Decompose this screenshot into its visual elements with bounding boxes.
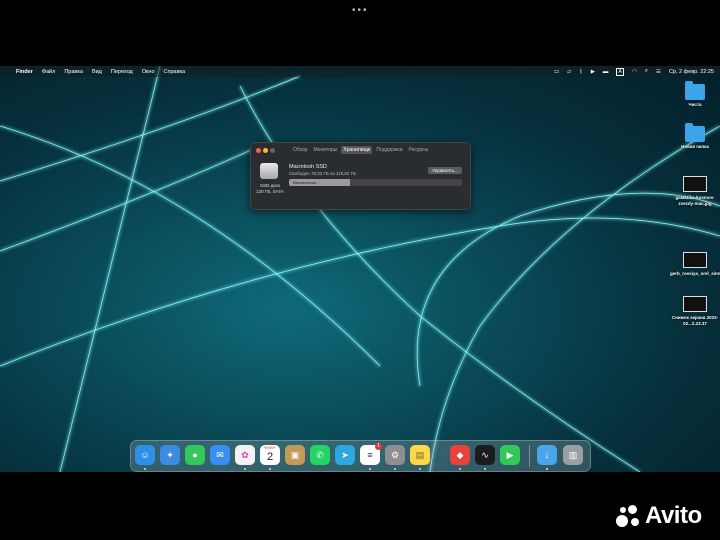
notification-badge: 1	[375, 443, 382, 450]
desktop-image-gerb[interactable]: gerb_rossiya_orel_simvoli...s720.jpg	[670, 252, 720, 277]
desktop-item-label: Новая папка	[681, 144, 709, 149]
menu-help[interactable]: Справка	[164, 69, 186, 75]
dock-facetime-icon[interactable]: ▶	[500, 445, 520, 465]
minimize-button[interactable]	[263, 148, 268, 153]
dock-whatsapp-icon[interactable]: ✆	[310, 445, 330, 465]
dock-messages-icon[interactable]: ●	[185, 445, 205, 465]
tab-overview[interactable]: Обзор	[291, 146, 309, 154]
image-thumbnail-icon	[683, 296, 707, 312]
dock-notes-icon[interactable]: ▤	[410, 445, 430, 465]
menu-view[interactable]: Вид	[92, 69, 102, 75]
desktop-folder-chista[interactable]: Чиста	[670, 81, 720, 108]
dock-mail-icon[interactable]: ✉	[210, 445, 230, 465]
dock-calendar-icon[interactable]: ФЕВР. 2	[260, 445, 280, 465]
menu-go[interactable]: Переход	[111, 69, 133, 75]
battery-icon[interactable]: ▬	[603, 69, 609, 75]
calendar-day: 2	[266, 451, 274, 463]
wallpaper	[0, 66, 720, 472]
storage-bar: Вычисление...	[289, 179, 462, 186]
dock: ☺ ✦ ● ✉ ✿ ФЕВР. 2 ▣ ✆ ➤ ≡ 1 ⚙ ▤ ◆ ∿ ▶ ↓ ▥	[130, 440, 591, 472]
desktop-item-label: galaktika-kosmos-zvezdy-mac.jpg	[675, 195, 715, 206]
wifi-icon[interactable]: ◠	[632, 69, 637, 75]
desktop-folder-new[interactable]: Новая папка	[670, 123, 720, 150]
running-indicator	[546, 468, 548, 470]
top-dots: •••	[352, 5, 369, 16]
display-icon[interactable]: ▭	[554, 69, 559, 75]
running-indicator	[459, 468, 461, 470]
menu-bar-status: ▭ ▱ ᛒ ▶ ▬ А ◠ ⌕ ☰ Ср, 2 февр. 22:25	[554, 67, 714, 76]
running-indicator	[244, 468, 246, 470]
avito-logo-icon	[615, 503, 641, 529]
image-thumbnail-icon	[683, 176, 707, 192]
tab-displays[interactable]: Мониторы	[311, 146, 339, 154]
play-icon[interactable]: ▶	[591, 69, 595, 75]
running-indicator	[419, 468, 421, 470]
disk-name: Macintosh SSD	[289, 164, 327, 170]
cast-icon[interactable]: ▱	[567, 69, 571, 75]
disk-free-space: Свободно 78,33 ГБ из 118,82 ГБ	[289, 171, 356, 176]
close-button[interactable]	[256, 148, 261, 153]
dock-activity-monitor-icon[interactable]: ∿	[475, 445, 495, 465]
dock-contacts-icon[interactable]: ▣	[285, 445, 305, 465]
menu-edit[interactable]: Правка	[64, 69, 83, 75]
desktop-screenshot[interactable]: Снимок экрана 2022-02...2.23.37	[670, 296, 720, 326]
dock-downloads-icon[interactable]: ↓	[537, 445, 557, 465]
image-thumbnail-icon	[683, 252, 707, 268]
tab-support[interactable]: Поддержка	[374, 146, 404, 154]
desktop-image-galaktika[interactable]: galaktika-kosmos-zvezdy-mac.jpg	[670, 176, 720, 206]
bluetooth-icon[interactable]: ᛒ	[579, 69, 582, 75]
dock-telegram-icon[interactable]: ➤	[335, 445, 355, 465]
disk-size: 120 ГБ, SATA	[256, 189, 284, 194]
disk-caption: SSD-диск 120 ГБ, SATA	[255, 183, 285, 195]
search-icon[interactable]: ⌕	[645, 68, 648, 75]
control-center-icon[interactable]: ☰	[656, 69, 661, 75]
folder-icon	[685, 81, 705, 100]
about-this-mac-window: Обзор Мониторы Хранилище Поддержка Ресур…	[250, 142, 471, 210]
desktop-item-label: Чиста	[688, 102, 702, 107]
running-indicator	[144, 468, 146, 470]
manage-button[interactable]: Управлять...	[428, 167, 462, 174]
menu-finder[interactable]: Finder	[16, 69, 33, 75]
desktop-item-label: gerb_rossiya_orel_simvoli...s720.jpg	[670, 271, 720, 276]
dock-system-preferences-icon[interactable]: ⚙	[385, 445, 405, 465]
dock-finder-icon[interactable]: ☺	[135, 445, 155, 465]
window-tabs: Обзор Мониторы Хранилище Поддержка Ресур…	[291, 146, 430, 154]
running-indicator	[269, 468, 271, 470]
avito-wordmark: Avito	[645, 502, 702, 529]
desktop-item-label: Снимок экрана 2022-02...2.23.37	[671, 315, 719, 326]
zoom-button[interactable]	[270, 148, 275, 153]
menu-bar: Finder Файл Правка Вид Переход Окно Спра…	[0, 66, 720, 77]
dock-reminders-icon[interactable]: ≡ 1	[360, 443, 382, 465]
tab-storage[interactable]: Хранилище	[341, 146, 373, 154]
dock-safari-icon[interactable]: ✦	[160, 445, 180, 465]
dock-photos-icon[interactable]: ✿	[235, 445, 255, 465]
disk-icon	[260, 163, 278, 179]
keyboard-layout-icon[interactable]: А	[616, 67, 625, 76]
storage-bar-label: Вычисление...	[293, 180, 320, 185]
menu-window[interactable]: Окно	[142, 69, 155, 75]
tab-resources[interactable]: Ресурсы	[407, 146, 431, 154]
folder-icon	[685, 123, 705, 142]
avito-watermark: Avito	[615, 502, 702, 530]
running-indicator	[369, 468, 371, 470]
dock-separator	[529, 445, 530, 467]
dock-anydesk-icon[interactable]: ◆	[450, 445, 470, 465]
dock-trash-icon[interactable]: ▥	[563, 445, 583, 465]
menu-clock[interactable]: Ср, 2 февр. 22:25	[669, 69, 714, 75]
running-indicator	[484, 468, 486, 470]
running-indicator	[394, 468, 396, 470]
menu-file[interactable]: Файл	[42, 69, 56, 75]
mac-screen: Finder Файл Правка Вид Переход Окно Спра…	[0, 66, 720, 472]
